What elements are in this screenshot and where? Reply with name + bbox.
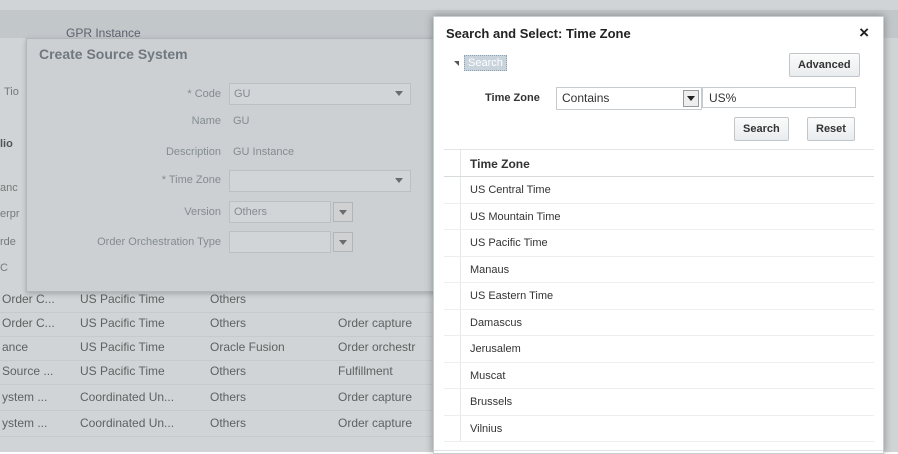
row-label: Damascus [470, 316, 522, 329]
operator-value: Contains [562, 91, 610, 105]
search-section-toggle[interactable]: Search [454, 55, 507, 72]
column-header-label: Time Zone [470, 157, 530, 171]
row-label: Manaus [470, 263, 510, 276]
row-label: US Mountain Time [470, 210, 561, 223]
row-label: Brussels [470, 396, 513, 408]
table-row[interactable]: Brussels [444, 389, 874, 416]
reset-button[interactable]: Reset [807, 117, 855, 141]
chevron-down-icon[interactable] [683, 90, 699, 107]
search-select-timezone-dialog: Search and Select: Time Zone × Search Ad… [433, 16, 884, 454]
table-row[interactable]: US Mountain Time [444, 203, 874, 230]
table-row[interactable]: US Central Time [444, 177, 874, 204]
table-row[interactable]: Muscat [444, 362, 874, 389]
row-label: US Central Time [470, 184, 551, 196]
column-header-timezone[interactable]: Time Zone [444, 149, 874, 177]
dialog-title: Search and Select: Time Zone [446, 26, 631, 41]
dialog-footer-divider [434, 450, 883, 451]
table-row[interactable]: Damascus [444, 309, 874, 336]
row-label: Muscat [470, 369, 506, 382]
table-row[interactable]: US Pacific Time [444, 230, 874, 257]
table-row[interactable]: Vilnius [444, 415, 874, 442]
table-row[interactable]: US Eastern Time [444, 283, 874, 310]
advanced-button[interactable]: Advanced [789, 53, 860, 77]
row-label: Vilnius [470, 422, 503, 435]
row-label: US Pacific Time [470, 237, 548, 249]
collapse-triangle-icon [454, 60, 459, 66]
timezone-search-label: Time Zone [485, 92, 540, 104]
row-label: US Eastern Time [470, 290, 554, 302]
search-button[interactable]: Search [734, 117, 789, 141]
row-label: Jerusalem [470, 343, 521, 355]
operator-select[interactable]: Contains [556, 87, 702, 110]
timezone-results-table: Time Zone US Central Time US Mountain Ti… [444, 149, 874, 442]
search-section-label: Search [464, 55, 507, 72]
timezone-search-input[interactable] [702, 87, 856, 108]
close-icon[interactable]: × [859, 23, 869, 43]
table-row[interactable]: Manaus [444, 256, 874, 283]
table-row[interactable]: Jerusalem [444, 336, 874, 363]
